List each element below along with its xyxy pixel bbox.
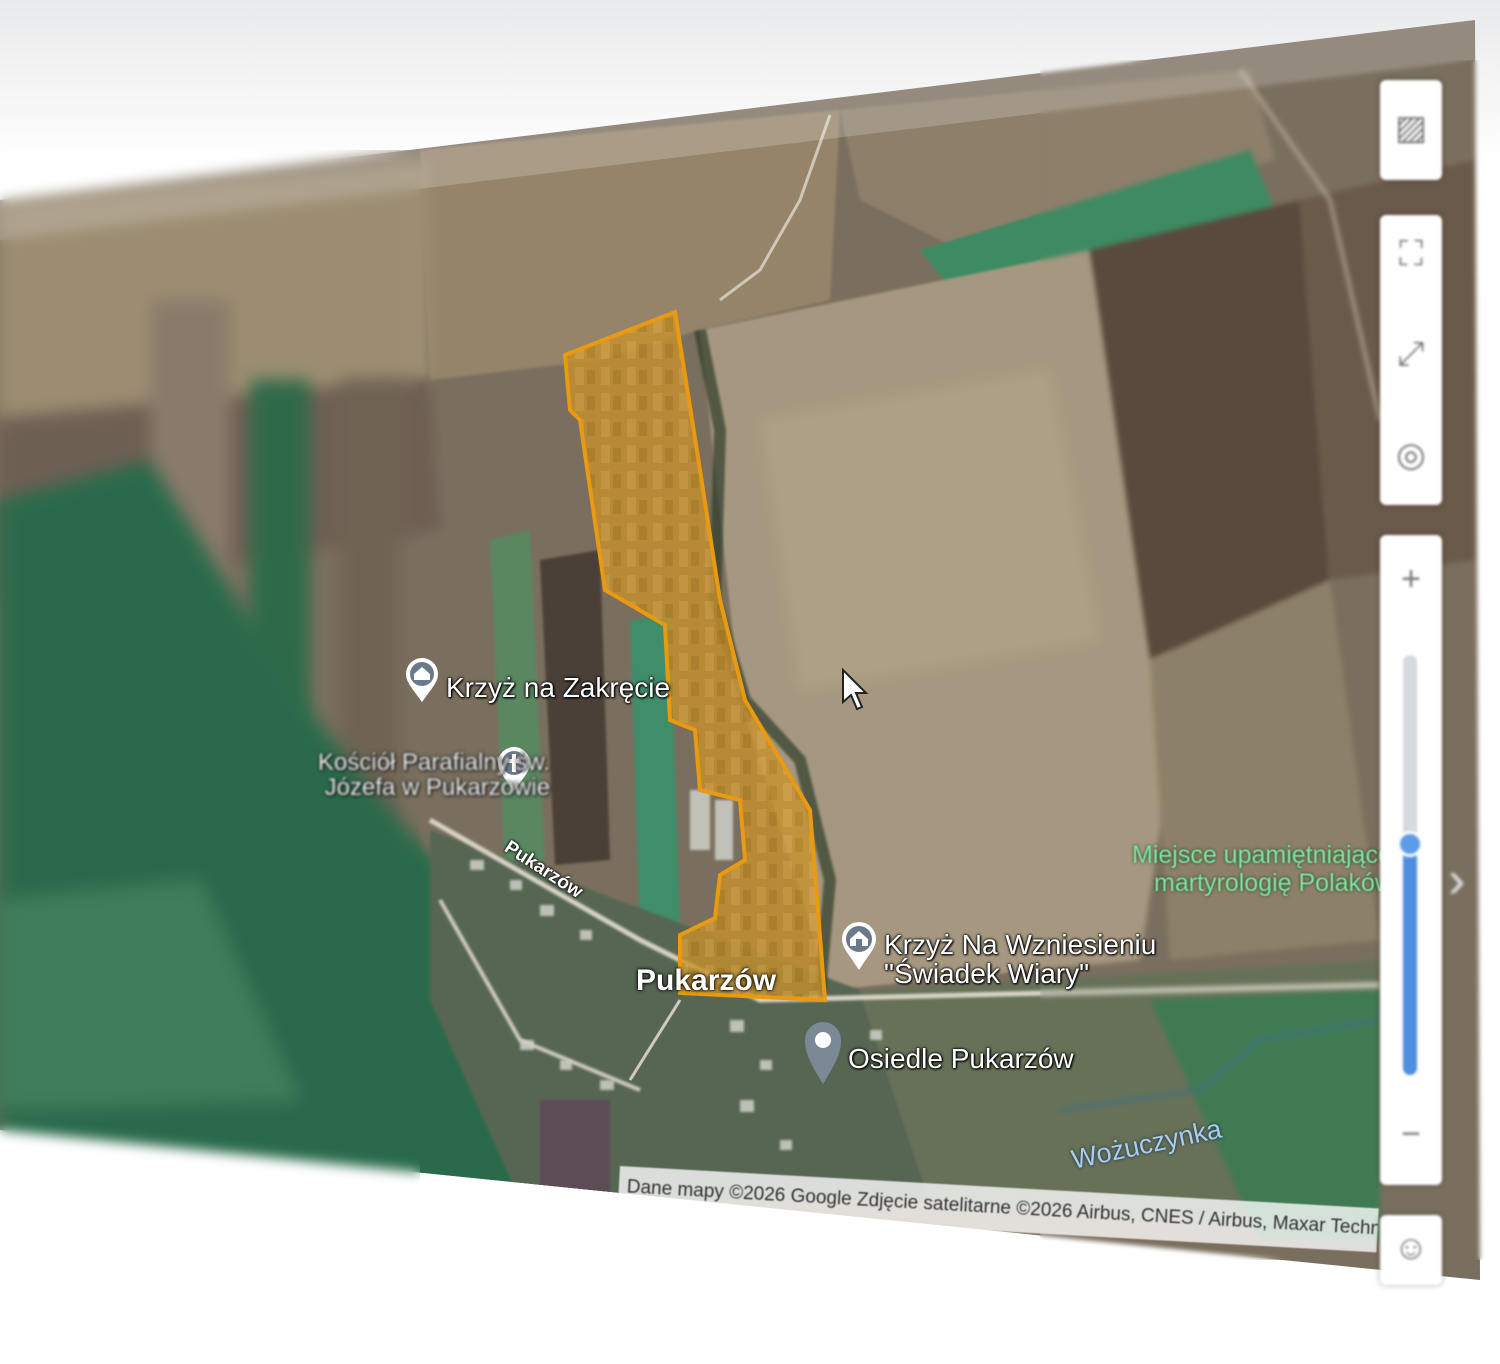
zoom-slider-thumb[interactable] [1397, 831, 1423, 857]
poi-pin-krzyz-na-zakrecie[interactable] [402, 656, 442, 704]
tools-panel: ⛶ ⤢ ◎ [1380, 215, 1442, 505]
street-view-button[interactable]: ☺ [1380, 1215, 1442, 1285]
shrine-icon [406, 658, 438, 702]
poi-pin-krzyz-na-wzniesieniu[interactable] [839, 920, 879, 970]
layers-icon: ▨ [1394, 109, 1428, 147]
zoom-in-button[interactable]: + [1380, 560, 1442, 599]
memorial-label-line2: martyrologię Polaków [1154, 868, 1393, 897]
locate-icon[interactable]: ◎ [1380, 435, 1442, 475]
satellite-map[interactable] [0, 0, 1500, 1364]
poi-label-krzyz-na-zakrecie[interactable]: Krzyż na Zakręcie [446, 673, 670, 703]
church-label-line1: Kościół Parafialny św. [318, 749, 551, 776]
pegman-icon: ☺ [1393, 1229, 1429, 1267]
fullscreen-icon[interactable]: ⛶ [1380, 235, 1442, 274]
memorial-label-line1: Miejsce upamiętniające [1132, 841, 1392, 869]
measure-icon[interactable]: ⤢ [1380, 335, 1442, 374]
zoom-panel: + − [1380, 535, 1442, 1185]
poi-label-line1: Krzyż Na Wzniesieniu [884, 929, 1157, 960]
map-viewport[interactable]: Krzyż na Zakręcie Kościół Parafialny św.… [0, 0, 1500, 1364]
zoom-slider-track[interactable] [1397, 655, 1423, 1075]
layers-button[interactable]: ▨ [1380, 80, 1442, 180]
zoom-slider-fill [1403, 844, 1417, 1075]
poi-label-line2: "Świadek Wiary" [884, 958, 1090, 990]
shrine-icon [842, 922, 876, 970]
memorial-label[interactable]: Miejsce upamiętniające martyrologię Pola… [1132, 841, 1393, 897]
mouse-cursor-icon [841, 667, 869, 717]
next-arrow-icon[interactable]: › [1448, 850, 1465, 910]
church-label-line2: Józefa w Pukarzowie [324, 774, 551, 802]
poi-label-osiedle-pukarzow[interactable]: Osiedle Pukarzów [848, 1044, 1074, 1074]
town-label-pukarzow[interactable]: Pukarzów [636, 964, 776, 998]
poi-label-krzyz-na-wzniesieniu[interactable]: Krzyż Na Wzniesieniu "Świadek Wiary" [884, 930, 1156, 989]
poi-pin-osiedle-pukarzow[interactable] [803, 1018, 843, 1084]
location-pin-icon [805, 1022, 841, 1084]
zoom-out-button[interactable]: − [1380, 1115, 1442, 1154]
poi-label-church[interactable]: Kościół Parafialny św. Józefa w Pukarzow… [318, 749, 551, 802]
